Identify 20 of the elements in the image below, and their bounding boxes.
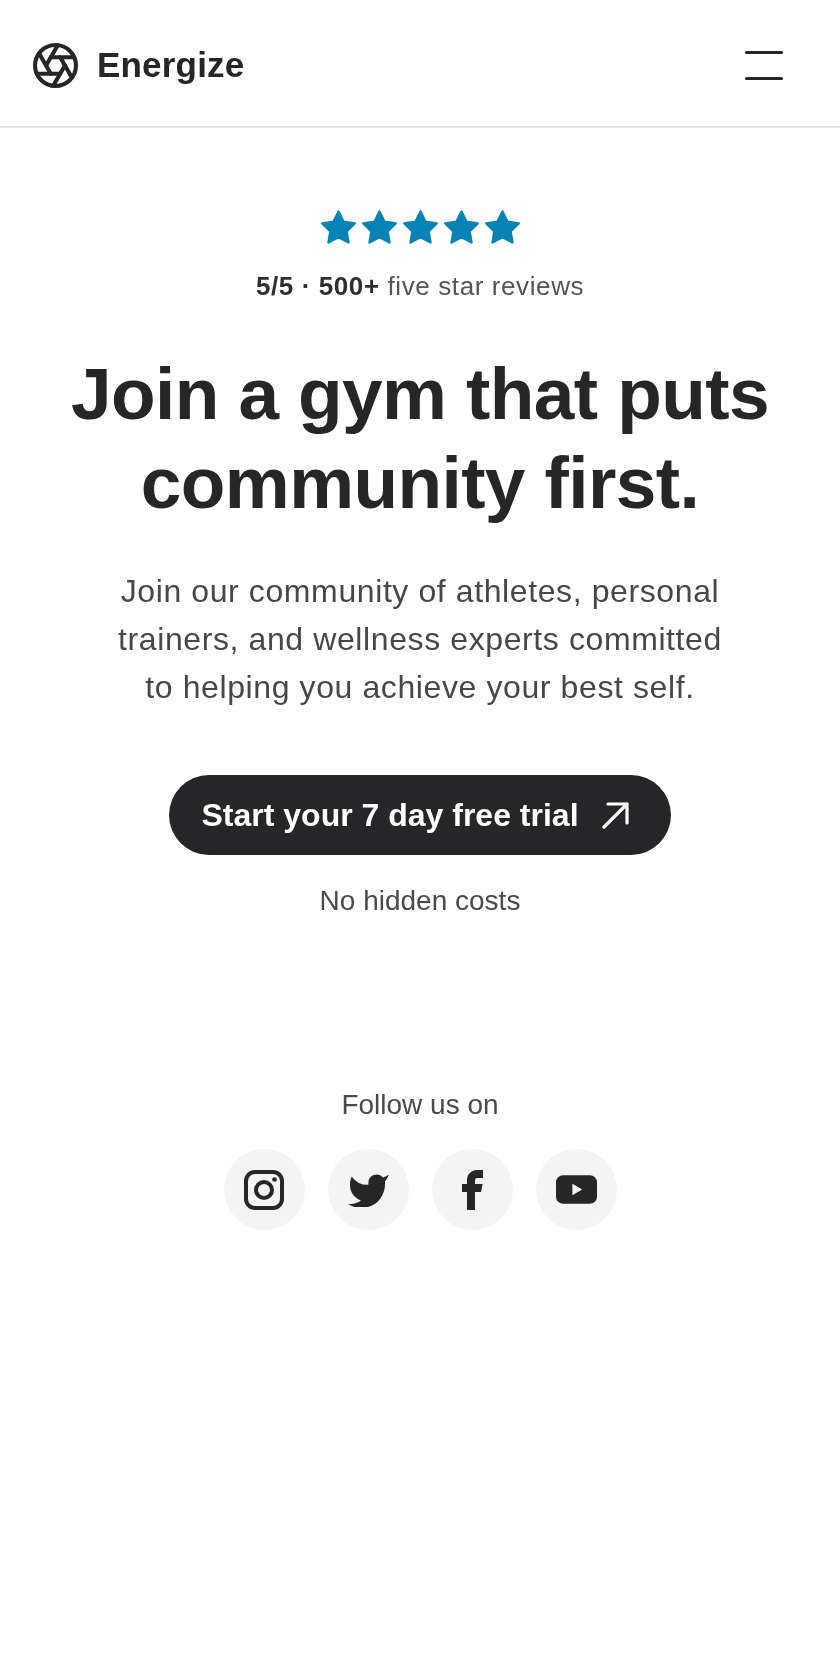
youtube-icon [555, 1175, 597, 1204]
star-icon [320, 210, 356, 244]
menu-icon [745, 50, 783, 80]
hero-heading: Join a gym that puts community first. [70, 352, 770, 525]
star-icon [361, 210, 397, 244]
arrow-up-right-icon [601, 801, 629, 829]
brand-name[interactable]: Energize [97, 45, 245, 85]
menu-button[interactable] [745, 50, 783, 80]
star-icon [484, 210, 520, 244]
free-trial-button[interactable]: Start your 7 day free trial [169, 775, 671, 855]
aperture-icon [33, 42, 78, 88]
instagram-icon [244, 1169, 284, 1210]
cta-note: No hidden costs [319, 884, 521, 918]
star-icon [402, 210, 438, 244]
star-icon [443, 210, 479, 244]
twitter-icon [347, 1172, 389, 1207]
facebook-icon [461, 1169, 483, 1210]
hero-description: Join our community of athletes, personal trainers, and wellness experts committed to helping you achieve your best self. [117, 572, 723, 707]
rating-summary: 5/5 · 500+ five star reviews [255, 270, 585, 302]
follow-label: Follow us on [341, 1088, 499, 1122]
